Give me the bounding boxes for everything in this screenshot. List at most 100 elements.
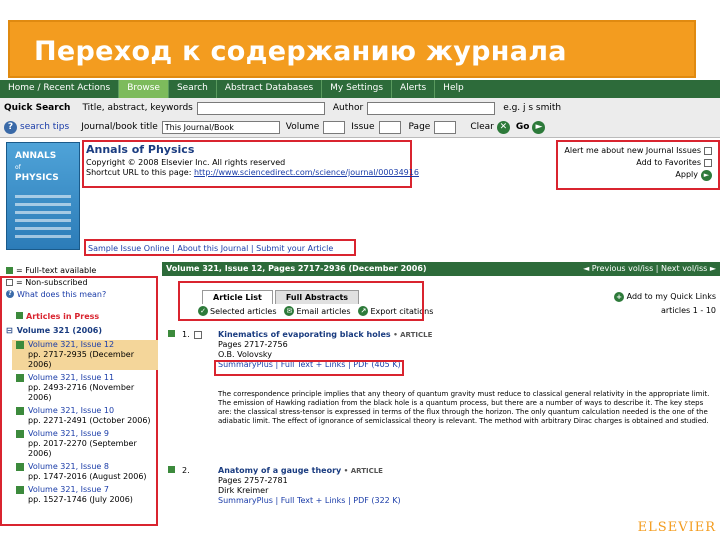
article-author: Dirk Kreimer: [218, 486, 269, 495]
issue-item[interactable]: Volume 321, Issue 11 pp. 2493-2716 (Novem…: [0, 373, 158, 403]
highlight-article-links: [214, 360, 404, 376]
title-abstract-input[interactable]: [196, 101, 325, 115]
issue-pages: pp. 1527-1746 (July 2006): [28, 495, 133, 504]
full-text-icon: [16, 463, 24, 471]
full-text-icon: [16, 486, 24, 494]
full-text-icon: [16, 407, 24, 415]
article-links[interactable]: SummaryPlus | Full Text + Links | PDF (3…: [218, 496, 401, 505]
cover-decoration: [15, 195, 71, 243]
highlight-view-tabs: [178, 281, 424, 321]
article-title[interactable]: Kinematics of evaporating black holes: [218, 330, 391, 339]
quick-links: + Add to my Quick Links articles 1 - 10: [614, 292, 716, 315]
page-input[interactable]: [434, 120, 457, 134]
issue-name[interactable]: Volume 321, Issue 7: [28, 485, 109, 494]
issue-name[interactable]: Volume 321, Issue 12: [28, 340, 114, 349]
issue-name[interactable]: Volume 321, Issue 11: [28, 373, 114, 382]
articles-in-press-icon: [16, 312, 23, 319]
issue-name[interactable]: Volume 321, Issue 8: [28, 462, 109, 471]
journal-title-label: Journal/book title: [81, 122, 158, 132]
journal-cover[interactable]: ANNALS of PHYSICS: [6, 142, 80, 250]
article-number: 1.: [182, 330, 190, 339]
volume-input[interactable]: [323, 120, 346, 134]
clear-label: Clear: [470, 122, 494, 132]
issue-pages: pp. 2271-2491 (October 2006): [28, 416, 151, 425]
article-checkbox[interactable]: [194, 331, 202, 339]
author-input[interactable]: [367, 101, 496, 115]
journal-links[interactable]: Sample Issue Online | About this Journal…: [88, 244, 333, 253]
tab-alerts[interactable]: Alerts: [391, 80, 434, 98]
tab-abstract-databases[interactable]: Abstract Databases: [215, 80, 321, 98]
issue-item[interactable]: Volume 321, Issue 10 pp. 2271-2491 (Octob…: [0, 406, 158, 426]
tab-search[interactable]: Search: [167, 80, 216, 98]
quick-search-bar: Quick Search Title, abstract, keywords A…: [0, 98, 720, 138]
slide-banner: Переход к содержанию журнала: [8, 20, 696, 78]
issue-pages: pp. 2717-2935 (December 2006): [28, 350, 134, 369]
collapse-icon[interactable]: ⊟: [6, 326, 13, 335]
issue-name[interactable]: Volume 321, Issue 10: [28, 406, 114, 415]
journal-copyright: Copyright © 2008 Elsevier Inc. All right…: [86, 158, 286, 167]
cover-title-line1: ANNALS: [15, 151, 57, 161]
article-type: • ARTICLE: [343, 467, 383, 475]
issue-item[interactable]: Volume 321, Issue 9 pp. 2017-2270 (Septem…: [0, 429, 158, 459]
quick-search-label: Quick Search: [4, 103, 71, 113]
help-icon[interactable]: ?: [4, 120, 17, 134]
journal-title-input[interactable]: [161, 120, 280, 134]
alert-new-issues-label: Alert me about new Journal Issues: [564, 146, 701, 155]
article-pages: Pages 2717-2756: [218, 340, 288, 349]
page-label: Page: [408, 122, 431, 132]
full-text-icon: [168, 466, 175, 473]
issue-pages: pp. 1747-2016 (August 2006): [28, 472, 147, 481]
issue-list: Volume 321, Issue 12 pp. 2717-2935 (Decem…: [0, 340, 158, 508]
tab-browse[interactable]: Browse: [118, 80, 168, 98]
shortcut-url-link[interactable]: http://www.sciencedirect.com/science/jou…: [194, 168, 419, 177]
quick-link-icon[interactable]: +: [614, 292, 625, 302]
issue-item[interactable]: Volume 321, Issue 12 pp. 2717-2935 (Decem…: [12, 340, 158, 370]
journal-options: Alert me about new Journal Issues Add to…: [564, 145, 712, 181]
issue-item[interactable]: Volume 321, Issue 8 pp. 1747-2016 (August…: [0, 462, 158, 482]
tab-help[interactable]: Help: [434, 80, 472, 98]
issue-input[interactable]: [378, 120, 401, 134]
issue-name[interactable]: Volume 321, Issue 9: [28, 429, 109, 438]
issue-header-title: Volume 321, Issue 12, Pages 2717-2936 (D…: [166, 264, 427, 273]
articles-in-press-link[interactable]: Articles in Press: [6, 312, 99, 321]
article-title[interactable]: Anatomy of a gauge theory: [218, 466, 341, 475]
volume-label: Volume: [285, 122, 320, 132]
issue-item[interactable]: Volume 321, Issue 7 pp. 1527-1746 (July 2…: [0, 485, 158, 505]
main-navbar: Home / Recent Actions Browse Search Abst…: [0, 80, 720, 98]
add-favorites-checkbox[interactable]: [704, 158, 712, 167]
article-row: 2. Anatomy of a gauge theory • ARTICLE P…: [168, 466, 401, 505]
quick-link-label[interactable]: Add to my Quick Links: [627, 292, 716, 301]
issue-label: Issue: [351, 122, 375, 132]
article-author: O.B. Volovsky: [218, 350, 272, 359]
title-abstract-label: Title, abstract, keywords: [82, 103, 193, 113]
article-number: 2.: [182, 466, 190, 475]
tab-home[interactable]: Home / Recent Actions: [0, 80, 118, 98]
search-tips-link[interactable]: search tips: [20, 122, 69, 132]
author-example: e.g. j s smith: [503, 103, 562, 113]
cover-title-line2: PHYSICS: [15, 173, 59, 183]
issue-header: Volume 321, Issue 12, Pages 2717-2936 (D…: [162, 262, 720, 276]
apply-arrow-icon[interactable]: ►: [701, 170, 712, 181]
article-abstract: The correspondence principle implies tha…: [218, 390, 710, 425]
apply-label: Apply: [675, 170, 698, 179]
full-text-icon: [16, 374, 24, 382]
legend-full-text: = Full-text available: [16, 265, 97, 275]
cover-title-of: of: [15, 164, 21, 171]
journal-shortcut: Shortcut URL to this page: http://www.sc…: [86, 168, 419, 177]
volume-321-header[interactable]: ⊟ Volume 321 (2006): [6, 326, 102, 335]
tab-my-settings[interactable]: My Settings: [321, 80, 391, 98]
go-arrow-icon[interactable]: ►: [532, 120, 546, 134]
clear-icon[interactable]: ✕: [496, 120, 510, 134]
article-row: 1. Kinematics of evaporating black holes…: [168, 330, 432, 369]
go-label: Go: [515, 122, 530, 132]
elsevier-logo: ELSEVIER: [637, 520, 716, 535]
journal-title: Annals of Physics: [86, 143, 195, 156]
author-label: Author: [332, 103, 364, 113]
full-text-icon: [6, 266, 13, 274]
banner-title: Переход к содержанию журнала: [34, 36, 567, 67]
alert-new-issues-checkbox[interactable]: [704, 146, 712, 155]
issue-pages: pp. 2493-2716 (November 2006): [28, 383, 135, 402]
full-text-icon: [168, 330, 175, 337]
prev-next-links[interactable]: ◄ Previous vol/iss | Next vol/iss ►: [583, 264, 716, 273]
article-pages: Pages 2757-2781: [218, 476, 288, 485]
